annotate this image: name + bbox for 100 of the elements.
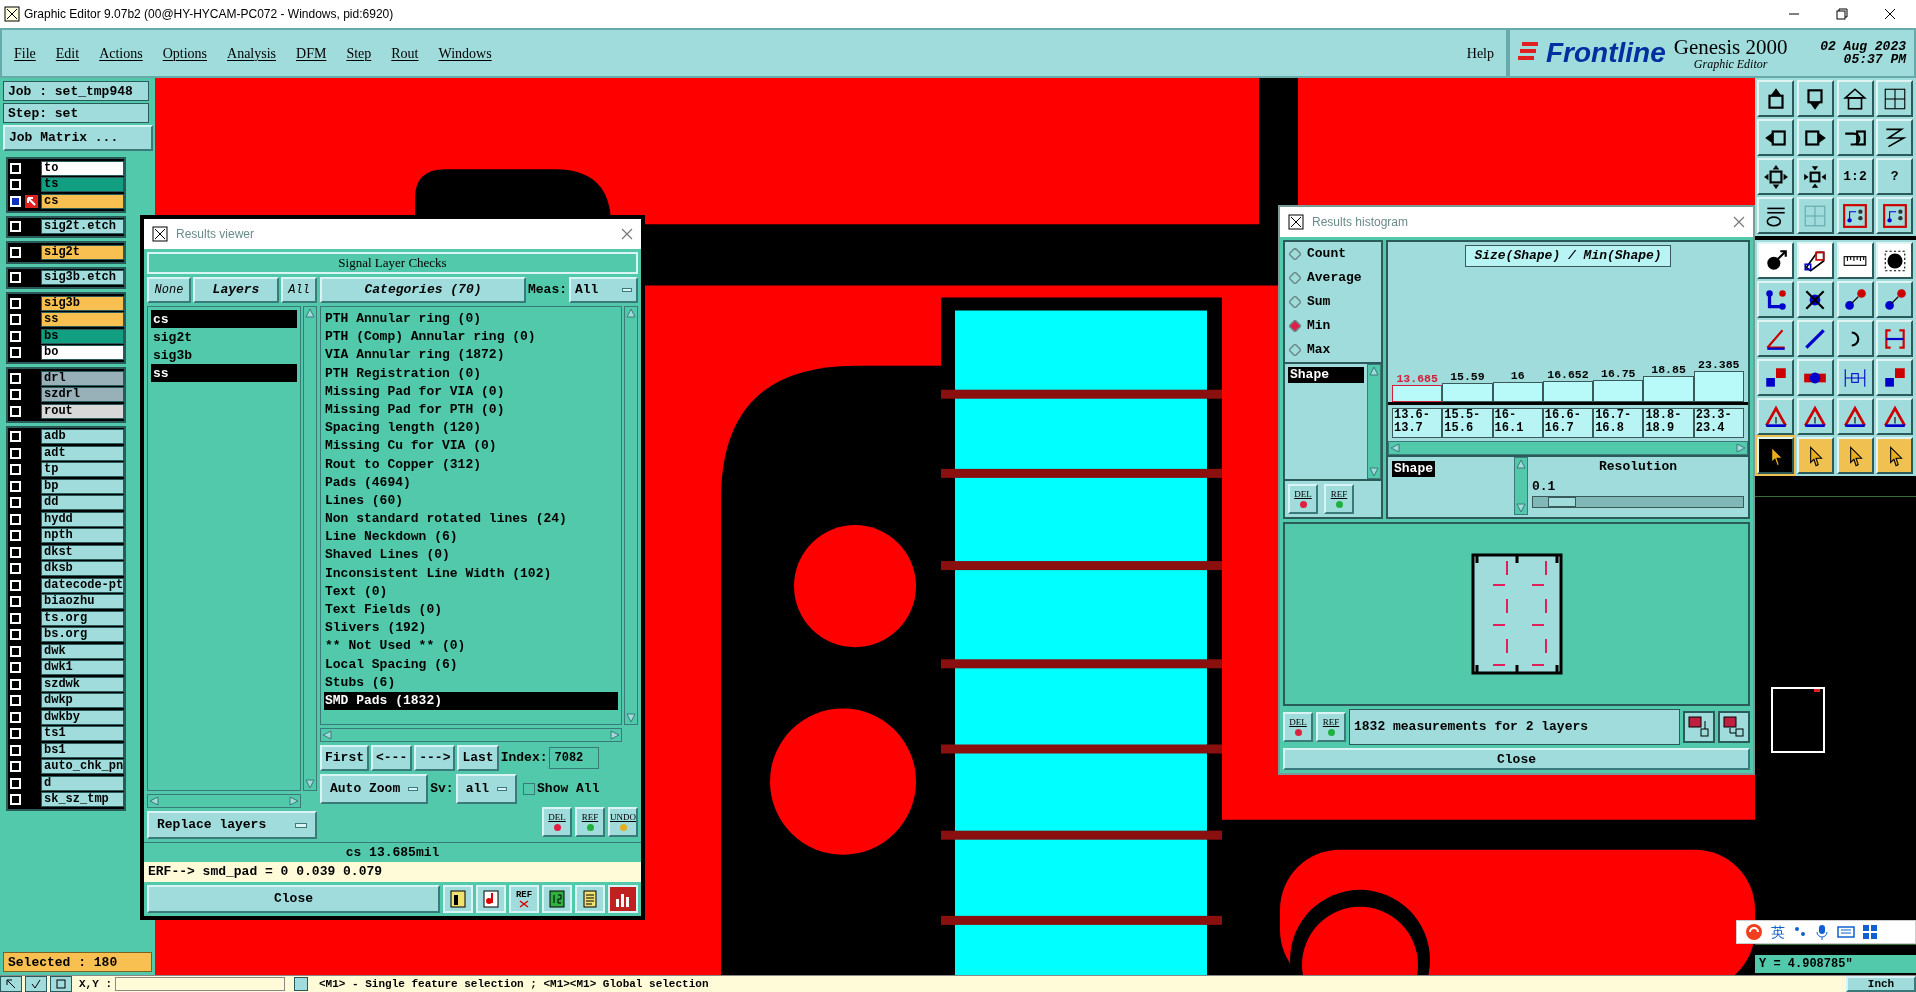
layer-checkbox[interactable] xyxy=(10,513,21,525)
layer-name[interactable]: ts xyxy=(41,177,124,193)
layer-name[interactable]: sig2t.etch xyxy=(41,219,124,235)
vertical-scrollbar[interactable] xyxy=(303,306,317,791)
category-list-item[interactable]: Slivers (192) xyxy=(324,619,618,638)
layer-checkbox[interactable] xyxy=(10,372,21,384)
shape-item[interactable]: Shape xyxy=(1392,461,1435,477)
navigation-button[interactable]: <--- xyxy=(371,745,413,771)
resolution-slider-track[interactable] xyxy=(1532,496,1744,508)
navigation-button[interactable]: First xyxy=(320,745,369,771)
tool-button[interactable]: DEL xyxy=(542,807,572,837)
vertical-scrollbar[interactable] xyxy=(1367,364,1381,479)
category-list-item[interactable]: Text Fields (0) xyxy=(324,601,618,620)
mode-radio[interactable] xyxy=(1289,272,1301,284)
measure-list-item[interactable]: Shape xyxy=(1288,367,1364,383)
scroll-left-icon[interactable] xyxy=(149,796,159,806)
show-all-checkbox[interactable] xyxy=(523,783,536,795)
navigation-button[interactable]: ---> xyxy=(414,745,456,771)
index-field[interactable]: 7082 xyxy=(549,747,600,769)
category-list-item[interactable]: Non standard rotated lines (24) xyxy=(324,510,618,529)
vertical-scrollbar[interactable] xyxy=(624,306,638,725)
status-button[interactable] xyxy=(294,977,308,991)
layer-checkbox[interactable] xyxy=(10,431,21,443)
layer-checkbox[interactable] xyxy=(10,480,21,492)
toolbar-button[interactable] xyxy=(1796,359,1834,396)
layer-name[interactable]: dwkp xyxy=(41,693,124,709)
layer-name[interactable]: sig3b.etch xyxy=(41,270,124,286)
toolbar-button[interactable] xyxy=(1836,242,1874,279)
layer-name[interactable]: dd xyxy=(41,495,124,511)
histogram-bar[interactable] xyxy=(1643,376,1694,402)
layer-checkbox[interactable] xyxy=(10,405,21,417)
layer-name[interactable]: sig2t xyxy=(41,244,124,260)
mode-radio[interactable] xyxy=(1289,248,1301,260)
toolbar-button[interactable] xyxy=(1876,119,1914,156)
chart-export-button[interactable] xyxy=(1683,711,1715,743)
toolbar-button[interactable] xyxy=(1876,80,1914,117)
category-list-item[interactable]: Missing Pad for PTH (0) xyxy=(324,400,618,420)
layer-name[interactable]: datecode-pt xyxy=(41,577,124,593)
histogram-bar[interactable] xyxy=(1442,383,1493,402)
layer-checkbox[interactable] xyxy=(10,711,21,723)
menu-item[interactable]: DFM xyxy=(296,42,327,64)
toolbar-button[interactable] xyxy=(1757,80,1794,117)
categories-button[interactable]: Categories (70) xyxy=(320,277,526,303)
toolbar-button[interactable] xyxy=(1757,197,1794,234)
toolbar-button[interactable] xyxy=(1757,158,1794,195)
layer-name[interactable]: adt xyxy=(41,445,124,461)
toolbar-button[interactable] xyxy=(1876,197,1914,234)
layer-name[interactable]: cs xyxy=(41,193,124,209)
layer-name[interactable]: hydd xyxy=(41,511,124,527)
category-list-item[interactable]: Shaved Lines (0) xyxy=(324,546,618,565)
layer-name[interactable]: ss xyxy=(41,312,124,328)
category-list-item[interactable]: Stubs (6) xyxy=(324,673,618,692)
layer-checkbox[interactable] xyxy=(10,221,21,233)
scroll-down-icon[interactable] xyxy=(305,779,315,789)
menu-item[interactable]: Windows xyxy=(438,42,492,64)
toolbar-button[interactable] xyxy=(1876,437,1914,474)
toolbar-button[interactable] xyxy=(1876,320,1914,357)
footer-tool-button[interactable] xyxy=(542,885,572,913)
histogram-bar[interactable] xyxy=(1492,382,1543,402)
toolbar-button[interactable] xyxy=(1876,242,1914,279)
toolbar-button[interactable] xyxy=(1796,281,1834,318)
layer-checkbox[interactable] xyxy=(10,530,21,542)
toolbar-button[interactable] xyxy=(1796,80,1834,117)
toolbar-button[interactable]: 1:2 xyxy=(1836,158,1874,195)
histogram-bar[interactable] xyxy=(1542,381,1594,402)
layer-checkbox[interactable] xyxy=(10,761,21,773)
status-tool-button[interactable] xyxy=(25,976,47,992)
close-button[interactable]: Close xyxy=(1283,748,1750,770)
tool-button[interactable]: REF xyxy=(1316,712,1346,742)
scroll-up-icon[interactable] xyxy=(305,308,315,318)
toolbar-button[interactable] xyxy=(1757,281,1794,318)
layer-name[interactable]: rout xyxy=(41,403,124,419)
layer-name[interactable]: to xyxy=(41,160,124,176)
keyboard-icon[interactable] xyxy=(1837,925,1855,939)
histogram-bar[interactable] xyxy=(1593,380,1644,402)
toolbar-button[interactable]: ? xyxy=(1876,158,1914,195)
layer-list-item[interactable]: cs xyxy=(151,310,297,328)
layer-checkbox[interactable] xyxy=(10,777,21,789)
layer-name[interactable]: sk_sz_tmp xyxy=(41,792,124,808)
category-list-item[interactable]: Pads (4694) xyxy=(324,473,618,492)
none-button[interactable]: None xyxy=(147,277,191,303)
layer-name[interactable]: adb xyxy=(41,429,124,445)
toolbar-button[interactable] xyxy=(1796,320,1834,357)
layer-checkbox[interactable] xyxy=(10,464,21,476)
layer-name[interactable]: npth xyxy=(41,528,124,544)
toolbar-button[interactable] xyxy=(1876,398,1914,435)
restore-icon[interactable] xyxy=(1836,8,1848,20)
toolbar-button[interactable] xyxy=(1796,437,1834,474)
grid-icon[interactable] xyxy=(1863,925,1877,939)
layer-list-item[interactable]: sig3b xyxy=(151,346,297,364)
auto-zoom-dropdown[interactable]: Auto Zoom xyxy=(320,774,429,804)
ime-language[interactable]: 英 xyxy=(1771,921,1785,943)
scroll-up-icon[interactable] xyxy=(626,308,636,318)
toolbar-button[interactable] xyxy=(1796,197,1834,234)
category-list-item[interactable]: SMD Pads (1832) xyxy=(324,691,618,711)
mode-radio[interactable] xyxy=(1289,344,1301,356)
layer-name[interactable]: bo xyxy=(41,345,124,361)
scroll-left-icon[interactable] xyxy=(1390,443,1400,453)
layer-checkbox[interactable] xyxy=(10,447,21,459)
category-list-item[interactable]: Missing Pad for VIA (0) xyxy=(324,382,618,401)
